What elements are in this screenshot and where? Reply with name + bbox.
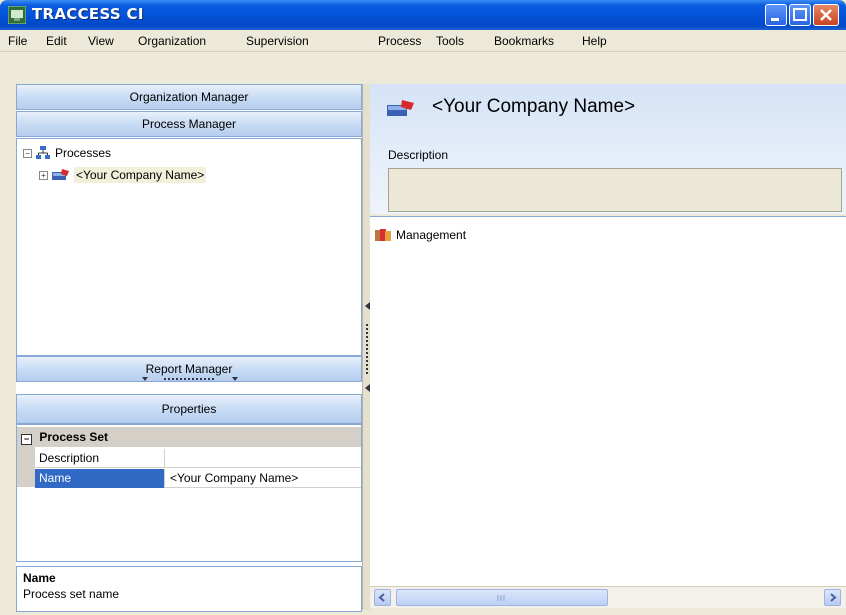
property-name: Name: [35, 469, 165, 488]
help-title: Name: [23, 571, 56, 585]
description-field[interactable]: [388, 168, 842, 212]
menu-edit[interactable]: Edit: [46, 34, 67, 48]
app-icon: [8, 6, 26, 24]
maximize-icon: [793, 8, 807, 21]
menu-supervision[interactable]: Supervision: [246, 34, 309, 48]
menu-bar: File Edit View Organization Supervision …: [0, 30, 846, 52]
tree-node-label: Processes: [55, 146, 112, 160]
property-grid: − Process Set Description Name <Your Com…: [16, 424, 362, 562]
organization-manager-header[interactable]: Organization Manager: [16, 84, 362, 110]
detail-title: <Your Company Name>: [432, 96, 636, 117]
scroll-thumb[interactable]: [396, 589, 608, 606]
description-label: Description: [388, 148, 449, 162]
vertical-splitter[interactable]: [362, 84, 370, 610]
maximize-button[interactable]: [789, 4, 811, 26]
property-group-label: Process Set: [39, 430, 109, 444]
menu-view[interactable]: View: [88, 34, 114, 48]
hierarchy-icon: [36, 146, 50, 159]
property-gutter: [17, 447, 35, 487]
property-value[interactable]: [166, 449, 361, 468]
scroll-right-button[interactable]: [824, 589, 841, 606]
menu-process[interactable]: Process: [378, 34, 421, 48]
property-help: Name Process set name: [16, 566, 362, 612]
property-row-name[interactable]: Name <Your Company Name>: [35, 469, 361, 488]
process-set-icon: [387, 100, 414, 116]
minimize-icon: [771, 18, 779, 21]
property-group[interactable]: − Process Set: [17, 427, 361, 447]
grip-icon: [497, 595, 505, 601]
arrow-left-icon: [378, 593, 385, 602]
report-manager-label: Report Manager: [145, 362, 233, 376]
list-item-label: Management: [396, 228, 467, 242]
arrow-right-icon: [830, 593, 837, 602]
collapse-icon[interactable]: −: [23, 148, 32, 158]
folder-group-icon: [375, 229, 391, 241]
menu-help[interactable]: Help: [582, 34, 607, 48]
menu-bookmarks[interactable]: Bookmarks: [494, 34, 554, 48]
report-manager-header[interactable]: Report Manager: [16, 356, 362, 382]
process-tree[interactable]: − Processes + <Your Company Name>: [16, 138, 362, 356]
expand-icon[interactable]: +: [39, 170, 48, 180]
tree-node-company[interactable]: + <Your Company Name>: [39, 167, 207, 183]
process-list: Management: [370, 216, 846, 586]
close-button[interactable]: [813, 4, 839, 26]
tree-node-label: <Your Company Name>: [74, 167, 207, 183]
menu-organization[interactable]: Organization: [138, 34, 206, 48]
property-value[interactable]: <Your Company Name>: [166, 469, 361, 488]
splitter-grip-icon[interactable]: [140, 377, 240, 383]
window-title: TRACCESS CI: [32, 5, 144, 23]
process-set-icon: [52, 169, 69, 180]
scroll-left-button[interactable]: [374, 589, 391, 606]
properties-header: Properties: [16, 394, 362, 424]
property-row-description[interactable]: Description: [35, 449, 361, 468]
detail-header: <Your Company Name> Description: [370, 84, 846, 214]
collapse-icon[interactable]: −: [21, 434, 32, 445]
minimize-button[interactable]: [765, 4, 787, 26]
tree-node-processes[interactable]: − Processes: [23, 145, 111, 161]
menu-file[interactable]: File: [8, 34, 27, 48]
horizontal-scrollbar[interactable]: [370, 586, 846, 608]
close-icon: [820, 9, 832, 21]
property-name: Description: [35, 449, 165, 468]
list-item-management[interactable]: Management: [374, 227, 466, 243]
help-description: Process set name: [23, 587, 120, 601]
title-bar[interactable]: TRACCESS CI: [0, 0, 846, 30]
process-manager-header[interactable]: Process Manager: [16, 111, 362, 137]
menu-tools[interactable]: Tools: [436, 34, 464, 48]
